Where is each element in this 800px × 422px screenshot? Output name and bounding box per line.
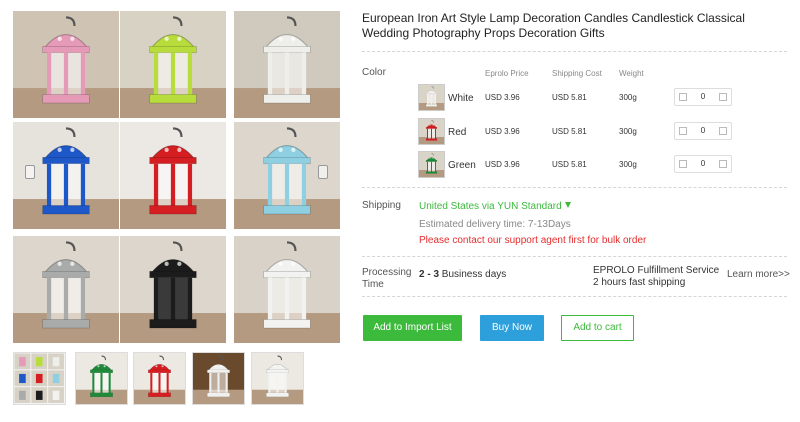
increment-button[interactable] — [719, 127, 727, 135]
buy-now-button[interactable]: Buy Now — [480, 315, 544, 341]
thumbnail-green-lantern[interactable] — [75, 352, 128, 405]
price-header: Eprolo Price — [485, 69, 529, 78]
variant-name: Red — [448, 127, 467, 138]
variant-price: USD 3.96 — [485, 127, 520, 136]
thumbnail-collage[interactable] — [13, 352, 66, 405]
variant-shipping-cost: USD 5.81 — [552, 127, 587, 136]
gallery-image-pink-lantern — [13, 11, 119, 118]
divider — [362, 296, 787, 297]
variant-shipping-cost: USD 5.81 — [552, 160, 587, 169]
weight-header: Weight — [619, 69, 644, 78]
quantity-stepper: 0 — [674, 155, 732, 173]
quantity-input[interactable]: 0 — [693, 159, 713, 168]
fulfillment-service-subtitle: 2 hours fast shipping — [593, 277, 686, 288]
variant-row: Green USD 3.96 USD 5.81 300g 0 — [418, 151, 788, 179]
increment-button[interactable] — [719, 93, 727, 101]
divider — [362, 256, 787, 257]
thumbnail-white-lantern[interactable] — [192, 352, 245, 405]
caret-down-icon — [564, 202, 571, 208]
fulfillment-service: EPROLO Fulfillment Service 2 hours fast … — [593, 265, 719, 289]
gallery-image-white-lantern — [234, 11, 340, 118]
divider — [362, 187, 787, 188]
variant-name: Green — [448, 160, 476, 171]
decrement-button[interactable] — [679, 93, 687, 101]
shipping-method-dropdown[interactable]: United States via YUN Standard — [419, 201, 571, 212]
quantity-input[interactable]: 0 — [693, 92, 713, 101]
variant-row: White USD 3.96 USD 5.81 300g 0 — [418, 84, 788, 112]
product-image-gallery — [13, 11, 341, 343]
decrement-button[interactable] — [679, 127, 687, 135]
gallery-image-black-lantern — [120, 236, 226, 343]
quantity-stepper: 0 — [674, 88, 732, 106]
processing-time-value: 2 - 3 Business days — [419, 269, 506, 280]
thumbnail-red-lantern[interactable] — [133, 352, 186, 405]
variant-weight: 300g — [619, 127, 637, 136]
variant-row: Red USD 3.96 USD 5.81 300g 0 — [418, 118, 788, 146]
gallery-image-silver-lantern — [13, 236, 119, 343]
fulfillment-service-title: EPROLO Fulfillment Service — [593, 265, 720, 276]
processing-time-label: Processing Time — [362, 267, 412, 290]
thumbnail-white-lantern[interactable] — [251, 352, 304, 405]
gallery-image-red-lantern — [120, 122, 226, 229]
variant-image[interactable] — [418, 151, 445, 178]
shipping-header: Shipping Cost — [552, 69, 602, 78]
increment-button[interactable] — [719, 160, 727, 168]
variant-price: USD 3.96 — [485, 93, 520, 102]
add-to-import-list-button[interactable]: Add to Import List — [363, 315, 462, 341]
processing-unit: Business days — [441, 269, 507, 280]
variant-price: USD 3.96 — [485, 160, 520, 169]
processing-range: 2 - 3 — [419, 269, 440, 280]
variant-image[interactable] — [418, 118, 445, 145]
decrement-button[interactable] — [679, 160, 687, 168]
gallery-image-white-lantern-2 — [234, 236, 340, 343]
variant-name: White — [448, 93, 474, 104]
color-label: Color — [362, 67, 386, 78]
gallery-image-lime-lantern — [120, 11, 226, 118]
variant-shipping-cost: USD 5.81 — [552, 93, 587, 102]
shipping-method-text: United States via YUN Standard — [419, 201, 562, 212]
variant-image[interactable] — [418, 84, 445, 111]
learn-more-link[interactable]: Learn more>> — [727, 269, 790, 280]
product-title: European Iron Art Style Lamp Decoration … — [362, 11, 745, 40]
bulk-order-warning: Please contact our support agent first f… — [419, 235, 647, 246]
variant-weight: 300g — [619, 160, 637, 169]
quantity-stepper: 0 — [674, 122, 732, 140]
variant-weight: 300g — [619, 93, 637, 102]
shipping-label: Shipping — [362, 200, 401, 211]
divider — [362, 51, 787, 52]
add-to-cart-button[interactable]: Add to cart — [561, 315, 634, 341]
gallery-next-arrow[interactable] — [318, 165, 328, 179]
gallery-prev-arrow[interactable] — [25, 165, 35, 179]
delivery-estimate: Estimated delivery time: 7-13Days — [419, 219, 571, 230]
quantity-input[interactable]: 0 — [693, 126, 713, 135]
